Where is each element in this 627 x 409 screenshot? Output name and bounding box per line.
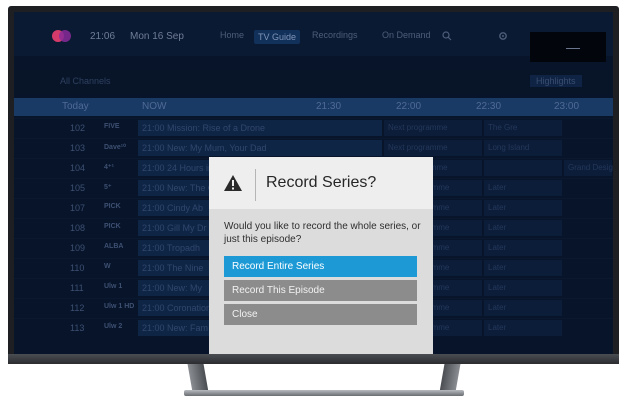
programme-title: 21:00 Mission: Rise of a Drone	[142, 123, 266, 133]
timeline-today: Today	[62, 101, 89, 112]
timeline-slot: 21:30	[316, 101, 342, 112]
programme-later-cell[interactable]: Next programme	[384, 120, 482, 136]
programme-title: Grand Designs	[568, 163, 613, 172]
tv-stand	[184, 364, 464, 398]
nav-on-demand[interactable]: On Demand	[382, 30, 431, 40]
settings-icon[interactable]	[498, 31, 508, 44]
programme-title: Later	[488, 283, 507, 292]
programme-later-cell[interactable]: Later	[484, 320, 562, 336]
channel-logo: Ulw 2	[104, 323, 123, 330]
channel-row[interactable]: 103 Dave¹⁰ 21:00 New: My Mum, Your Dad Next…	[14, 138, 613, 158]
programme-title: 21:00 New: My Mum, Your Dad	[142, 143, 267, 153]
programme-title: Later	[488, 303, 507, 312]
dialog-message: Would you like to record the whole serie…	[224, 221, 421, 245]
date: Mon 16 Sep	[130, 31, 184, 42]
timeline-slot: 22:30	[476, 101, 502, 112]
provider-logo	[52, 28, 72, 44]
timeline-now: NOW	[142, 101, 167, 112]
programme-title: 21:00 New: Fam	[142, 323, 209, 333]
programme-title: The Gre	[488, 123, 518, 132]
top-bar: 21:06 Mon 16 Sep Home TV Guide Recording…	[14, 12, 613, 62]
channel-number: 105	[70, 183, 86, 193]
nav-tv-guide[interactable]: TV Guide	[254, 30, 301, 44]
programme-title: 21:00 The Nine	[142, 263, 204, 273]
programme-later-cell[interactable]: Later	[484, 280, 562, 296]
programme-later-cell[interactable]: Later	[484, 200, 562, 216]
programme-title: Later	[488, 263, 507, 272]
channel-number: 113	[70, 323, 85, 333]
close-button[interactable]: Close	[224, 304, 417, 325]
channel-number: 112	[70, 303, 85, 313]
channel-logo: Ulw 1 HD	[104, 303, 135, 310]
timeline-slot: 22:00	[396, 101, 422, 112]
programme-title: Later	[488, 183, 507, 192]
channel-logo: PICK	[104, 203, 121, 210]
channel-number: 102	[70, 123, 86, 133]
sub-bar: All Channels Highlights	[14, 70, 613, 94]
channel-filter[interactable]: All Channels	[60, 76, 111, 86]
record-entire-series-button[interactable]: Record Entire Series	[224, 256, 417, 277]
programme-later-cell[interactable]: Grand Designs	[564, 160, 613, 176]
programme-later-cell[interactable]: Next programme	[384, 140, 482, 156]
record-series-dialog: Record Series? Would you like to record …	[209, 157, 433, 354]
clock: 21:06	[90, 31, 116, 42]
warning-icon	[223, 174, 243, 192]
channel-number: 104	[70, 163, 86, 173]
channel-number: 109	[70, 243, 86, 253]
channel-number: 110	[70, 263, 85, 273]
timeline-header: Today NOW 21:30 22:00 22:30 23:00	[14, 98, 613, 116]
programme-later-cell[interactable]: Later	[484, 220, 562, 236]
pip-indicator	[566, 48, 580, 49]
programme-title: Later	[488, 323, 507, 332]
programme-later-cell[interactable]: Later	[484, 300, 562, 316]
programme-now-cell[interactable]: 21:00 New: My Mum, Your Dad	[138, 140, 382, 156]
dialog-header: Record Series?	[209, 157, 433, 209]
picture-in-picture	[530, 32, 606, 62]
header-divider	[255, 169, 256, 201]
channel-logo: 5⁺	[104, 184, 112, 191]
programme-title: Later	[488, 203, 507, 212]
programme-title: 21:00 Tropadh	[142, 243, 201, 253]
programme-later-cell[interactable]: Long Island	[484, 140, 562, 156]
highlights-tab[interactable]: Highlights	[530, 75, 582, 87]
search-icon[interactable]	[442, 31, 452, 44]
channel-number: 103	[70, 143, 86, 153]
programme-title: 21:00 Gill My Dr	[142, 223, 207, 233]
programme-later-cell[interactable]: Later	[484, 260, 562, 276]
channel-row[interactable]: 102 FIVE 21:00 Mission: Rise of a Drone Nex…	[14, 118, 613, 138]
programme-title: 21:00 Cindy Ab	[142, 203, 204, 213]
record-this-episode-button[interactable]: Record This Episode	[224, 280, 417, 301]
programme-title: Next programme	[388, 123, 448, 132]
channel-logo: Dave¹⁰	[104, 144, 126, 151]
channel-number: 107	[70, 203, 86, 213]
programme-later-cell[interactable]: The Gre	[484, 120, 562, 136]
programme-later-cell[interactable]: Later	[484, 180, 562, 196]
channel-number: 108	[70, 223, 86, 233]
programme-title: Next programme	[388, 143, 448, 152]
programme-now-cell[interactable]: 21:00 Mission: Rise of a Drone	[138, 120, 382, 136]
channel-logo: PICK	[104, 223, 121, 230]
nav-home[interactable]: Home	[220, 30, 244, 40]
channel-logo: W	[104, 263, 111, 270]
programme-title: 21:00 Coronation	[142, 303, 212, 313]
channel-logo: FIVE	[104, 123, 120, 130]
programme-title: Later	[488, 223, 507, 232]
programme-later-cell[interactable]: Later	[484, 240, 562, 256]
programme-later-cell[interactable]	[484, 160, 562, 176]
dialog-title: Record Series?	[266, 174, 377, 191]
channel-number: 111	[70, 283, 84, 293]
channel-logo: ALBA	[104, 243, 124, 250]
channel-logo: Ulw 1	[104, 283, 123, 290]
programme-title: Long Island	[488, 143, 530, 152]
programme-title: 21:00 New: My	[142, 283, 203, 293]
nav-recordings[interactable]: Recordings	[312, 30, 358, 40]
timeline-slot: 23:00	[554, 101, 580, 112]
tv-bezel	[8, 354, 619, 364]
programme-title: 21:00 New: The Ch	[142, 183, 220, 193]
programme-title: Later	[488, 243, 507, 252]
channel-logo: 4⁺¹	[104, 164, 114, 171]
